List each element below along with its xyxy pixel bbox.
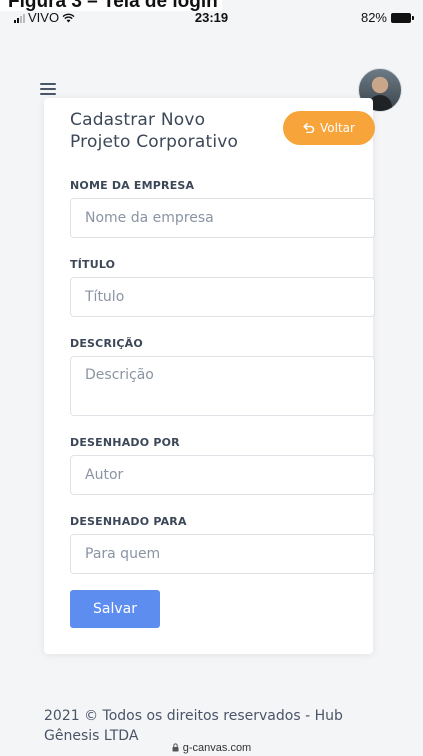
title-label: TÍTULO [70, 258, 116, 271]
status-time: 23:19 [194, 10, 229, 25]
browser-url-bar[interactable]: g-canvas.com [0, 742, 423, 756]
title-input[interactable] [70, 277, 375, 317]
designed-by-input[interactable] [70, 455, 375, 495]
menu-icon[interactable] [40, 83, 56, 95]
designed-by-label: DESENHADO POR [70, 436, 180, 449]
company-name-input[interactable] [70, 198, 375, 238]
url-text: g-canvas.com [182, 742, 252, 754]
save-button[interactable]: Salvar [70, 590, 160, 628]
battery-percent: 82% [360, 10, 387, 25]
battery-indicator: 82% [360, 10, 414, 25]
description-textarea[interactable] [70, 356, 375, 416]
description-label: DESCRIÇÃO [70, 337, 143, 350]
designed-for-input[interactable] [70, 534, 375, 574]
back-button-label: Voltar [320, 121, 355, 135]
company-name-label: NOME DA EMPRESA [70, 179, 195, 192]
designed-for-label: DESENHADO PARA [70, 515, 187, 528]
battery-icon [391, 12, 414, 23]
project-form-card: Cadastrar Novo Projeto Corporativo Volta… [44, 98, 375, 654]
figure-caption: Figura 3 – Tela de login [0, 0, 222, 12]
footer-copyright: 2021 © Todos os direitos reservados - Hu… [44, 708, 343, 740]
lock-icon [172, 743, 179, 752]
back-button[interactable]: Voltar [283, 111, 375, 145]
undo-icon [303, 123, 315, 133]
page-title: Cadastrar Novo Projeto Corporativo [70, 110, 239, 152]
